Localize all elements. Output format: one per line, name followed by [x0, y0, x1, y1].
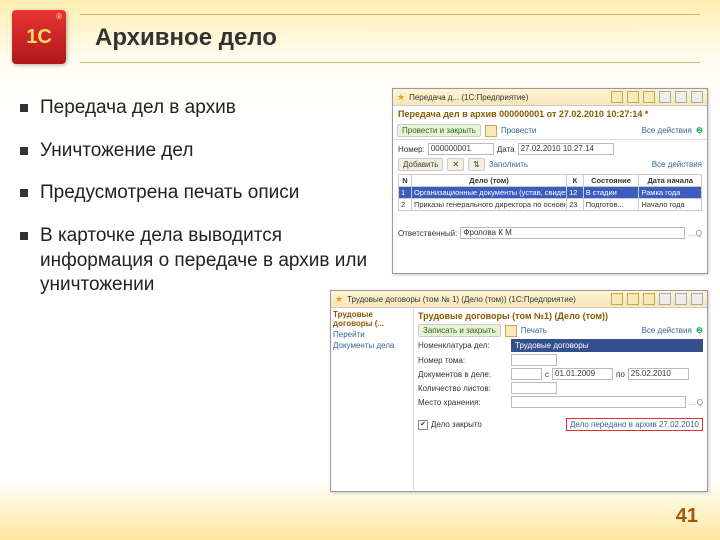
fill-link[interactable]: Заполнить	[489, 160, 528, 169]
closed-label: Дело закрыто	[431, 420, 482, 429]
col-state: Состояние	[583, 175, 639, 187]
page-number: 41	[676, 505, 698, 528]
docs-count-label: Документов в деле:	[418, 370, 508, 379]
date-from-prefix: с	[545, 370, 549, 379]
date-from-field[interactable]: 01.01.2009	[552, 368, 613, 380]
window-body: Трудовые договоры (том №1) (Дело (том)) …	[414, 308, 707, 490]
bullet-item: Предусмотрена печать описи	[20, 181, 380, 206]
window-archive-transfer: ★ Передача д... (1С:Предприятие) Передач…	[392, 88, 708, 274]
date-label: Дата	[497, 145, 515, 154]
storage-field[interactable]	[511, 396, 686, 408]
col-case: Дело (том)	[411, 175, 566, 187]
window-icon	[611, 91, 623, 103]
document-heading: Передача дел в архив 000000001 от 27.02.…	[393, 106, 707, 122]
sidebar-item-goto[interactable]: Перейти	[333, 330, 411, 339]
titlebar-text: Трудовые договоры (том № 1) (Дело (том))…	[347, 295, 607, 304]
bullet-item: В карточке дела выводится информация о п…	[20, 224, 380, 298]
delete-button[interactable]: ✕	[447, 158, 464, 171]
sheets-label: Количество листов:	[418, 384, 508, 393]
date-to-field[interactable]: 25.02.2010	[628, 368, 689, 380]
nomenclature-field[interactable]: Трудовые договоры	[511, 339, 703, 352]
slide-title: Архивное дело	[95, 24, 277, 52]
bullet-item: Передача дел в архив	[20, 96, 380, 121]
logo-reg-mark: ®	[56, 12, 62, 21]
move-button[interactable]: ⇅	[468, 158, 485, 171]
all-actions-link[interactable]: Все действия	[652, 160, 702, 169]
post-and-close-button[interactable]: Провести и закрыть	[397, 124, 481, 137]
number-field[interactable]: 000000001	[428, 143, 494, 155]
col-k: К	[567, 175, 584, 187]
table-row[interactable]: 1 Организационные документы (устав, свид…	[399, 187, 702, 199]
logo-1c: 1C ®	[12, 10, 66, 64]
bullet-text: В карточке дела выводится информация о п…	[40, 224, 380, 298]
cases-table: N Дело (том) К Состояние Дата начала 1 О…	[398, 174, 702, 211]
save-icon[interactable]	[505, 325, 517, 337]
bullet-marker	[20, 189, 28, 197]
window-body: Номер: 000000001 Дата 27.02.2010 10.27.1…	[393, 140, 707, 244]
post-link[interactable]: Провести	[501, 126, 536, 135]
close-button[interactable]	[691, 91, 703, 103]
sidebar: Трудовые договоры (... Перейти Документы…	[331, 308, 414, 490]
maximize-button[interactable]	[675, 293, 687, 305]
col-start: Дата начала	[639, 175, 702, 187]
table-row[interactable]: 2 Приказы генерального директора по осно…	[399, 199, 702, 211]
number-label: Номер:	[398, 145, 425, 154]
close-button[interactable]	[691, 293, 703, 305]
responsible-field[interactable]: Фролова К М	[460, 227, 684, 239]
window-icon	[627, 91, 639, 103]
toolbar: Провести и закрыть Провести Все действия…	[393, 122, 707, 140]
closed-checkbox[interactable]: ✔	[418, 420, 428, 430]
date-sep: по	[616, 370, 625, 379]
window-case-card: ★ Трудовые договоры (том № 1) (Дело (том…	[330, 290, 708, 492]
titlebar[interactable]: ★ Передача д... (1С:Предприятие)	[393, 89, 707, 106]
minimize-button[interactable]	[659, 91, 671, 103]
bullet-text: Предусмотрена печать описи	[40, 181, 299, 206]
all-actions-link[interactable]: Все действия	[642, 326, 692, 335]
table-header-row: N Дело (том) К Состояние Дата начала	[399, 175, 702, 187]
title-rule-top	[80, 14, 700, 15]
save-and-close-button[interactable]: Записать и закрыть	[418, 324, 501, 337]
save-icon[interactable]	[485, 125, 497, 137]
lookup-icon[interactable]: …Q	[689, 398, 703, 407]
title-rule-bottom	[80, 62, 700, 63]
storage-label: Место хранения:	[418, 398, 508, 407]
star-icon: ★	[397, 92, 405, 103]
star-icon: ★	[335, 294, 343, 305]
window-icon	[643, 91, 655, 103]
bullet-text: Передача дел в архив	[40, 96, 236, 121]
window-icon	[627, 293, 639, 305]
sidebar-item-docs[interactable]: Документы дела	[333, 341, 411, 350]
archive-link[interactable]: Дело передано в архив 27.02.2010	[566, 418, 703, 431]
bullet-text: Уничтожение дел	[40, 139, 193, 164]
tom-number-label: Номер тома:	[418, 356, 508, 365]
docs-count-field[interactable]	[511, 368, 542, 380]
bullet-marker	[20, 104, 28, 112]
nomenclature-label: Номенклатура дел:	[418, 341, 508, 350]
bullet-marker	[20, 147, 28, 155]
bullet-item: Уничтожение дел	[20, 139, 380, 164]
print-link[interactable]: Печать	[521, 326, 547, 335]
window-icon	[643, 293, 655, 305]
lookup-icon[interactable]: …Q	[688, 229, 702, 238]
bullet-list: Передача дел в архив Уничтожение дел Пре…	[20, 96, 380, 316]
col-n: N	[399, 175, 412, 187]
bullet-marker	[20, 232, 28, 240]
titlebar-text: Передача д... (1С:Предприятие)	[409, 93, 607, 102]
window-icon	[611, 293, 623, 305]
all-actions-link[interactable]: Все действия	[642, 126, 692, 135]
sidebar-heading: Трудовые договоры (...	[333, 310, 411, 328]
sheets-field[interactable]	[511, 382, 557, 394]
date-field[interactable]: 27.02.2010 10.27.14	[518, 143, 614, 155]
titlebar[interactable]: ★ Трудовые договоры (том № 1) (Дело (том…	[331, 291, 707, 308]
add-button[interactable]: Добавить	[398, 158, 443, 171]
document-heading: Трудовые договоры (том №1) (Дело (том))	[418, 310, 703, 322]
responsible-label: Ответственный:	[398, 229, 457, 238]
minimize-button[interactable]	[659, 293, 671, 305]
tom-number-field[interactable]	[511, 354, 557, 366]
maximize-button[interactable]	[675, 91, 687, 103]
